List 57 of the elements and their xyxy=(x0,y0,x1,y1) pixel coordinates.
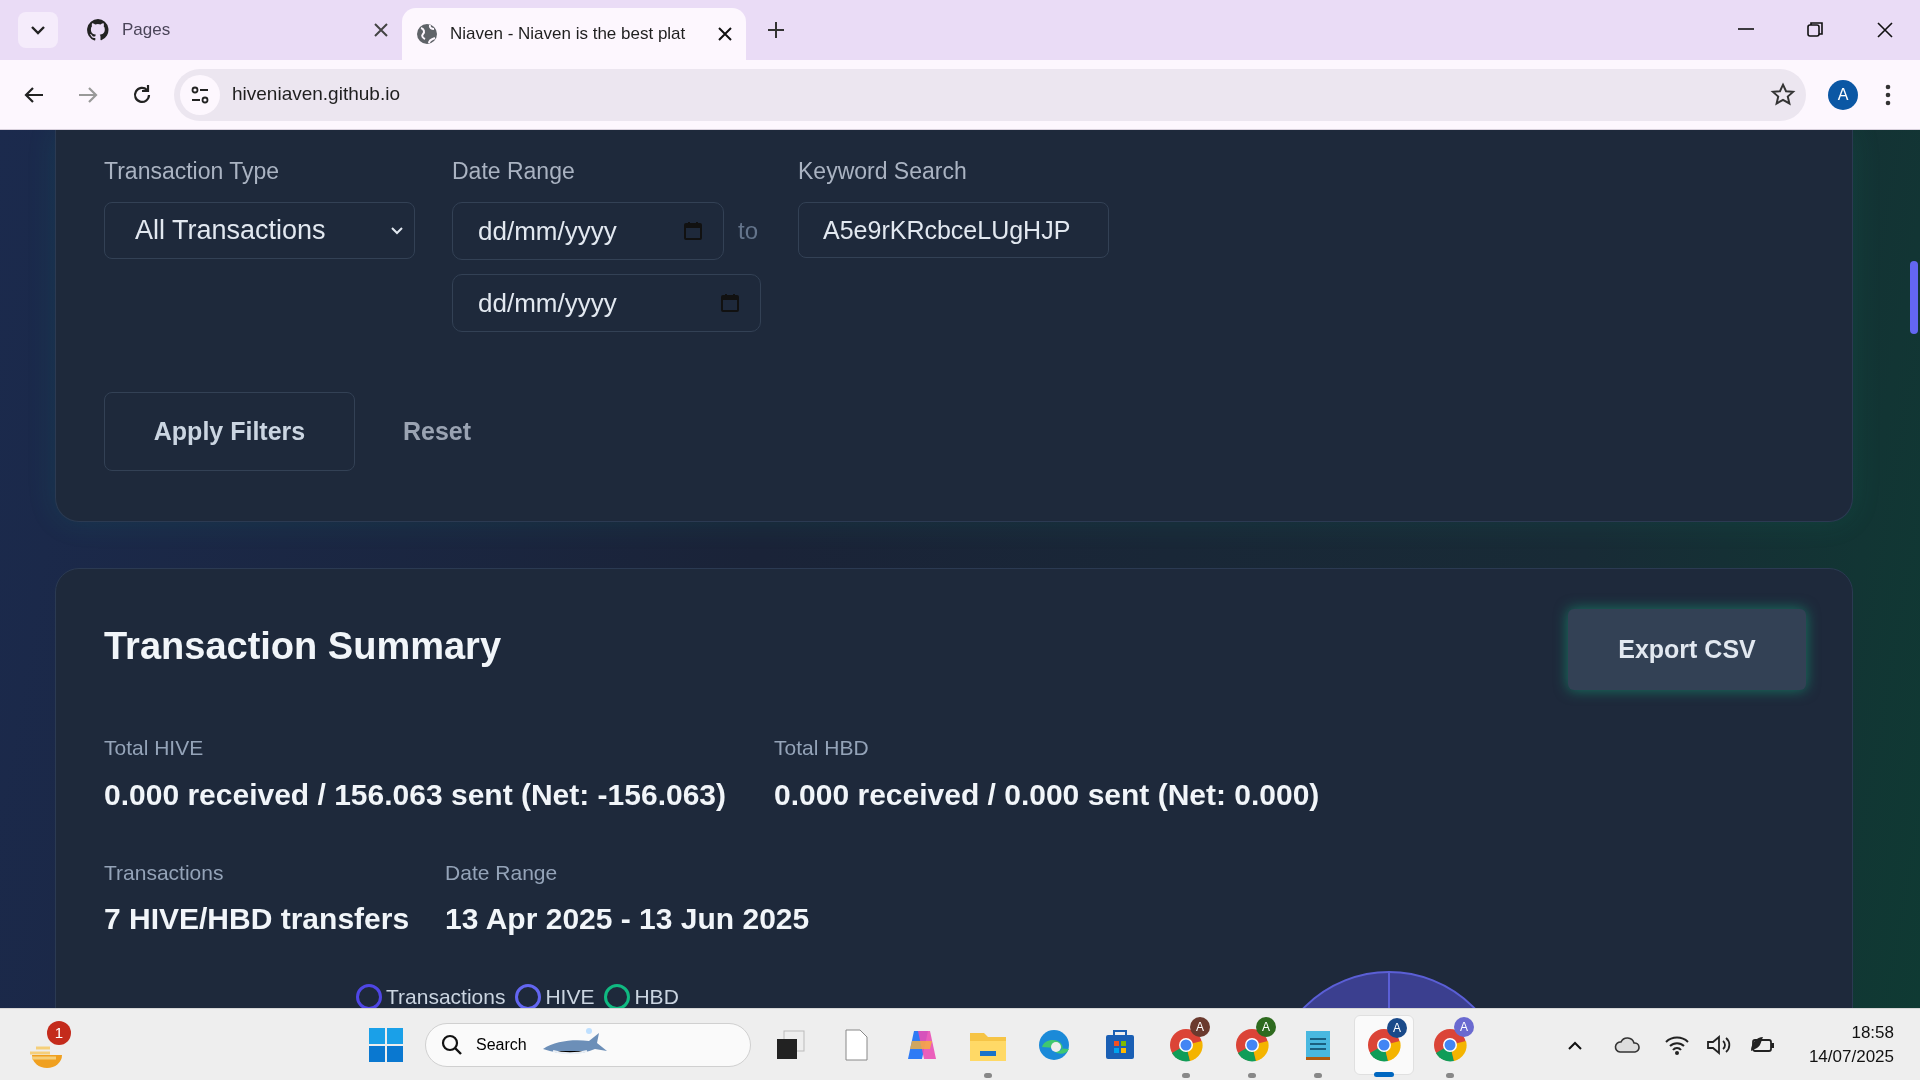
stat-label: Total HBD xyxy=(774,735,870,761)
edge-browser-icon xyxy=(1036,1027,1072,1063)
search-icon xyxy=(440,1033,464,1057)
stat-label: Transactions xyxy=(104,859,225,886)
running-indicator xyxy=(984,1073,992,1078)
date-input[interactable]: dd/mm/yyyy xyxy=(452,202,724,260)
clock-time: 18:58 xyxy=(1851,1022,1894,1044)
running-indicator xyxy=(1374,1072,1394,1077)
running-indicator xyxy=(1446,1073,1454,1078)
taskbar-button[interactable]: A xyxy=(1222,1015,1282,1075)
stat-label: Date Range xyxy=(445,859,559,886)
clock-date: 14/07/2025 xyxy=(1808,1046,1894,1068)
tab-title: Niaven - Niaven is the best plat xyxy=(450,23,687,46)
running-indicator xyxy=(1248,1073,1256,1078)
stat-value: 0.000 received / 0.000 sent (Net: 0.000) xyxy=(774,776,1320,813)
stat-value: 13 Apr 2025 - 13 Jun 2025 xyxy=(445,901,810,937)
site-info-icon[interactable] xyxy=(180,74,220,115)
browser-tab[interactable]: Pages xyxy=(72,4,402,56)
bookmark-star-icon[interactable] xyxy=(1770,81,1796,108)
taskbar-button[interactable]: A xyxy=(1156,1015,1216,1075)
notification-badge: 1 xyxy=(47,1021,71,1045)
new-tab-button[interactable] xyxy=(766,20,786,40)
running-indicator xyxy=(1314,1073,1322,1078)
globe-icon xyxy=(416,23,438,45)
close-icon[interactable] xyxy=(374,23,388,37)
profile-badge: A xyxy=(1190,1017,1210,1037)
url-text: hiveniaven.github.io xyxy=(232,82,401,107)
browser-tab[interactable]: Niaven - Niaven is the best plat xyxy=(402,8,746,60)
taskbar-button[interactable]: A xyxy=(1354,1015,1414,1075)
search-field[interactable]: Search xyxy=(425,1023,751,1067)
transaction-type-dropdown[interactable]: All Transactions xyxy=(104,202,415,259)
github-icon xyxy=(86,18,110,42)
taskbar-button[interactable]: A xyxy=(1420,1015,1480,1075)
export-csv-button[interactable]: Export CSV xyxy=(1568,609,1806,690)
scrollbar-thumb[interactable] xyxy=(1910,261,1918,334)
address-bar[interactable]: hiveniaven.github.io xyxy=(174,68,1806,121)
legend-label: HBD xyxy=(634,984,679,1008)
tab-title: Pages xyxy=(122,19,172,42)
stat-label: Total HIVE xyxy=(104,735,205,761)
close-icon[interactable] xyxy=(718,27,732,41)
running-indicator xyxy=(1182,1073,1190,1078)
legend-label: HIVE xyxy=(545,984,595,1008)
reset-button[interactable]: Reset xyxy=(375,392,500,471)
section-title: Transaction Summary xyxy=(104,624,502,669)
legend-label: Transactions xyxy=(386,984,506,1008)
date-input[interactable]: dd/mm/yyyy xyxy=(452,274,761,332)
profile-badge: A xyxy=(1387,1018,1407,1038)
tab-search-button[interactable] xyxy=(18,12,58,48)
chevron-down-icon xyxy=(390,225,404,236)
profile-badge: A xyxy=(1454,1017,1474,1037)
profile-badge: A xyxy=(1256,1017,1276,1037)
profile-avatar[interactable]: A xyxy=(1828,79,1858,110)
stat-value: 7 HIVE/HBD transfers xyxy=(104,901,410,937)
keyword-search-field[interactable]: A5e9rKRcbceLUgHJP xyxy=(798,202,1109,258)
date-separator: to xyxy=(738,216,758,246)
apply-filters-button[interactable]: Apply Filters xyxy=(104,392,355,471)
stat-value: 0.000 received / 156.063 sent (Net: -156.063) xyxy=(104,776,727,813)
